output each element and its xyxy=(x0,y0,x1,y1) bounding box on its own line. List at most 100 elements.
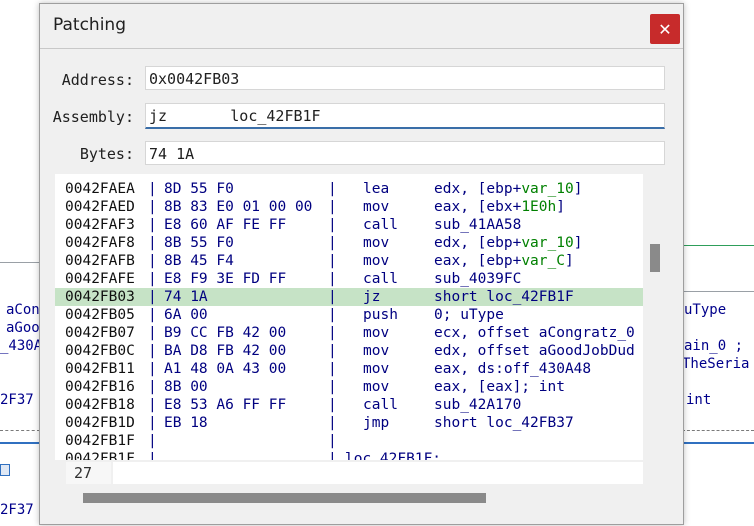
operands: ecx, offset aCongratz_0 xyxy=(434,324,635,342)
operands: 0; uType xyxy=(434,306,504,324)
column-separator: | xyxy=(328,289,337,305)
listing-row[interactable]: 0042FB18 | E8 53 A6 FF FF | call sub_42A170 xyxy=(55,396,643,414)
listing-row[interactable]: 0042FB11 | A1 48 0A 43 00 | mov eax, ds:off_4… xyxy=(55,360,643,378)
address: 0042FB0C xyxy=(65,343,135,359)
column-separator: | xyxy=(148,307,157,323)
bg-graph-edge xyxy=(682,442,754,444)
operand-text: sub_4039FC xyxy=(434,271,522,287)
column-separator: | xyxy=(148,253,157,269)
column-separator: | xyxy=(328,325,337,341)
address: 0042FAF8 xyxy=(65,235,135,251)
mnemonic: mov xyxy=(363,253,390,269)
status-area xyxy=(113,462,643,484)
operand-text: short loc_42FB37 xyxy=(434,415,574,431)
mnemonic: mov xyxy=(363,343,390,359)
horizontal-scrollbar[interactable] xyxy=(66,490,643,506)
listing-row[interactable]: 0042FB07 | B9 CC FB 42 00 | mov ecx, offset a… xyxy=(55,324,643,342)
column-separator: | xyxy=(328,415,337,431)
operands: short loc_42FB1F xyxy=(434,288,574,306)
opcode-bytes: 74 1A xyxy=(164,289,208,305)
close-icon: ✕ xyxy=(658,19,672,39)
address: 0042FB07 xyxy=(65,325,135,341)
operand-text: 0; uType xyxy=(434,307,504,323)
operand-text: eax, [eax]; int xyxy=(434,379,565,395)
operands: edx, [ebp+var_10] xyxy=(434,234,582,252)
column-separator: | xyxy=(328,397,337,413)
line-number-indicator: 27 xyxy=(66,462,111,484)
opcode-bytes: 8B 83 E0 01 00 00 xyxy=(164,199,313,215)
listing-row[interactable]: 0042FAEA | 8D 55 F0 | lea edx, [ebp+var_10] xyxy=(55,180,643,198)
opcode-bytes: E8 F9 3E FD FF xyxy=(164,271,287,287)
operands: edx, offset aGoodJobDud xyxy=(434,342,635,360)
bytes-field[interactable]: 74 1A xyxy=(145,141,665,165)
address: 0042FAFB xyxy=(65,253,135,269)
operand-text: short loc_42FB1F xyxy=(434,289,574,305)
bg-text: aCon xyxy=(6,302,40,318)
address-label: Address: xyxy=(61,71,134,89)
address-field[interactable]: 0x0042FB03 xyxy=(145,66,665,90)
mnemonic: mov xyxy=(363,325,390,341)
opcode-bytes: 8D 55 F0 xyxy=(164,181,234,197)
bg-text: int xyxy=(686,392,712,408)
opcode-bytes: 8B 45 F4 xyxy=(164,253,234,269)
listing-row[interactable]: 0042FB03 | 74 1A | jz short loc_42FB1F xyxy=(55,288,643,306)
listing-row[interactable]: 0042FAF8 | 8B 55 F0 | mov edx, [ebp+var_10] xyxy=(55,234,643,252)
operand-text: ] xyxy=(573,235,583,251)
listing-row[interactable]: 0042FAFE | E8 F9 3E FD FF | call sub_4039FC xyxy=(55,270,643,288)
close-button[interactable]: ✕ xyxy=(650,14,680,44)
mnemonic: lea xyxy=(363,181,390,197)
bg-text: _430A xyxy=(0,338,43,354)
assembly-field[interactable]: jz loc_42FB1F xyxy=(145,103,665,129)
address: 0042FB1D xyxy=(65,415,135,431)
disassembly-listing[interactable]: 0042FAEA | 8D 55 F0 | lea edx, [ebp+var_10] 00… xyxy=(55,174,643,460)
column-separator: | xyxy=(328,343,337,359)
column-separator: | xyxy=(148,343,157,359)
bg-text: uType xyxy=(684,302,727,318)
column-separator: | xyxy=(328,235,337,251)
listing-row[interactable]: 0042FAF3 | E8 60 AF FE FF | call sub_41AA58 xyxy=(55,216,643,234)
column-separator: | xyxy=(328,271,337,287)
column-separator: | xyxy=(148,451,157,460)
bg-dashed-separator xyxy=(682,430,754,431)
listing-row[interactable]: 0042FB0C | BA D8 FB 42 00 | mov edx, offset a… xyxy=(55,342,643,360)
column-separator: | xyxy=(148,415,157,431)
vertical-scrollbar[interactable] xyxy=(647,174,665,460)
vertical-scrollbar-thumb[interactable] xyxy=(650,244,660,272)
mnemonic: mov xyxy=(363,379,390,395)
listing-row[interactable]: 0042FB1D | EB 18 | jmp short loc_42FB37 xyxy=(55,414,643,432)
bg-text: TheSeria xyxy=(682,356,750,372)
column-separator: | xyxy=(148,397,157,413)
mnemonic: push xyxy=(363,307,398,323)
address: 0042FB16 xyxy=(65,379,135,395)
listing-row[interactable]: 0042FB1F | | xyxy=(55,432,643,450)
address: 0042FB1F xyxy=(65,433,135,449)
address: 0042FB03 xyxy=(65,289,135,305)
operand-text: eax, ds:off_430A48 xyxy=(434,361,592,377)
column-separator: | xyxy=(328,199,337,215)
column-separator: | xyxy=(148,289,157,305)
listing-row[interactable]: 0042FB16 | 8B 00 | mov eax, [eax]; int xyxy=(55,378,643,396)
listing-row[interactable]: 0042FB1F | | loc_42FB1F: xyxy=(55,450,643,460)
horizontal-scrollbar-thumb[interactable] xyxy=(83,493,486,503)
operand-text: ] xyxy=(556,199,565,215)
bg-dashed-separator xyxy=(0,430,40,431)
mnemonic: mov xyxy=(363,199,390,215)
operands: eax, [ebp+var_C] xyxy=(434,252,574,270)
operand-text: sub_41AA58 xyxy=(434,217,522,233)
operands: short loc_42FB37 xyxy=(434,414,574,432)
opcode-bytes: BA D8 FB 42 00 xyxy=(164,343,287,359)
listing-row[interactable]: 0042FAFB | 8B 45 F4 | mov eax, [ebp+var_C] xyxy=(55,252,643,270)
column-separator: | xyxy=(328,307,337,323)
address: 0042FAF3 xyxy=(65,217,135,233)
bg-text: 2F37 xyxy=(0,502,34,518)
bg-graph-edge xyxy=(0,442,40,444)
listing-row[interactable]: 0042FB05 | 6A 00 | push 0; uType xyxy=(55,306,643,324)
dialog-titlebar[interactable]: Patching ✕ xyxy=(40,4,683,46)
opcode-bytes: A1 48 0A 43 00 xyxy=(164,361,287,377)
column-separator: | xyxy=(148,271,157,287)
column-separator: | xyxy=(328,361,337,377)
listing-row[interactable]: 0042FAED | 8B 83 E0 01 00 00 | mov eax, [ebx+… xyxy=(55,198,643,216)
column-separator: | xyxy=(328,253,337,269)
address: 0042FB11 xyxy=(65,361,135,377)
address: 0042FAFE xyxy=(65,271,135,287)
